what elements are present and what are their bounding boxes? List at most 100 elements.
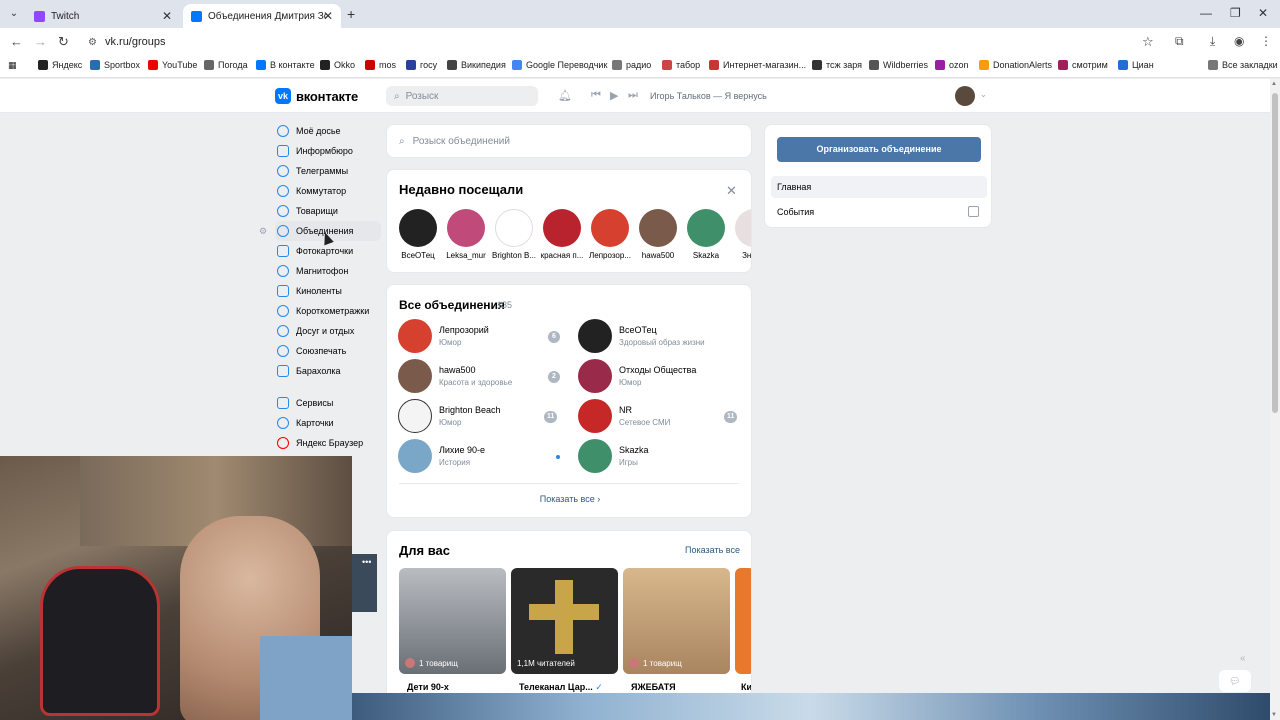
page-scrollbar[interactable]: ▲ ▼ — [1270, 79, 1280, 720]
play-icon[interactable]: ▶ — [610, 89, 618, 102]
recent-item[interactable]: Лепрозор... — [586, 209, 634, 260]
recent-item[interactable]: Skazka — [682, 209, 730, 260]
create-group-button[interactable]: Организовать объединение — [777, 137, 981, 162]
next-track-icon[interactable]: ⏭ — [628, 89, 638, 102]
group-item[interactable]: Лихие 90-е История — [398, 439, 568, 477]
bookmark-item[interactable]: DonationAlerts — [979, 60, 1052, 70]
group-search-input[interactable]: ⌕ Розыск объединений — [386, 124, 752, 158]
bookmark-item[interactable]: радио — [612, 60, 651, 70]
menu-item-main[interactable]: Главная — [771, 176, 987, 198]
bookmark-item[interactable]: Google Переводчик — [512, 60, 607, 70]
recent-item[interactable]: Leksa_mur — [442, 209, 490, 260]
bookmark-item[interactable]: YouTube — [148, 60, 197, 70]
bookmark-item[interactable]: Погода — [204, 60, 248, 70]
restore-icon[interactable]: ❐ — [1230, 6, 1241, 20]
extensions-icon[interactable]: ⧉ — [1175, 34, 1184, 49]
recommended-group[interactable]: 1,1M читателей Телеканал Цар... ✓ — [511, 568, 618, 693]
now-playing[interactable]: Игорь Тальков — Я вернусь — [650, 91, 767, 101]
group-item[interactable]: Отходы Общества Юмор — [578, 359, 748, 397]
bookmark-item[interactable]: Sportbox — [90, 60, 140, 70]
chat-icon[interactable]: 💬︎ — [1219, 670, 1251, 692]
nav-item-services[interactable]: Сервисы — [275, 393, 381, 413]
url-field[interactable]: ⚙ vk.ru/groups — [80, 31, 1160, 53]
browser-menu-icon[interactable]: ⋮ — [1260, 34, 1272, 48]
bookmark-item[interactable]: Циан — [1118, 60, 1154, 70]
tab-twitch[interactable]: Twitch ✕ — [26, 4, 180, 28]
nav-item-news[interactable]: Информбюро — [275, 141, 381, 161]
for-you-show-all[interactable]: Показать все — [685, 545, 740, 555]
scroll-up-icon[interactable]: ▲ — [1271, 81, 1277, 87]
group-item[interactable]: Brighton Beach Юмор 11 — [398, 399, 568, 437]
site-info-icon[interactable]: ⚙ — [88, 37, 97, 48]
bookmark-item[interactable]: В контакте — [256, 60, 315, 70]
avatar[interactable] — [955, 86, 975, 106]
group-item[interactable]: hawa500 Красота и здоровье 2 — [398, 359, 568, 397]
vk-brand[interactable]: вконтакте — [296, 89, 358, 104]
recommended-group[interactable]: 1 товарищ Дети 90-х — [399, 568, 506, 692]
recent-item[interactable]: hawa500 — [634, 209, 682, 260]
new-tab-icon[interactable]: + — [347, 6, 355, 22]
back-icon[interactable]: ← — [10, 34, 23, 49]
nav-item-friends[interactable]: Товарищи — [275, 201, 381, 221]
apps-icon[interactable]: ▦ — [8, 60, 17, 71]
recent-item[interactable]: Знак... — [730, 209, 751, 260]
bookmark-item[interactable]: тсж заря — [812, 60, 862, 70]
nav-item-calls[interactable]: Коммутатор — [275, 181, 381, 201]
reload-icon[interactable]: ↻ — [58, 34, 69, 50]
more-icon[interactable]: ••• — [362, 557, 371, 567]
group-item[interactable]: NR Сетевое СМИ 11 — [578, 399, 748, 437]
nav-item-messages[interactable]: Телеграммы — [275, 161, 381, 181]
scroll-thumb[interactable] — [1272, 93, 1278, 413]
recommended-group[interactable]: Ки — [735, 568, 751, 692]
nav-item-profile[interactable]: Моё досье — [275, 121, 381, 141]
forward-icon[interactable]: → — [34, 34, 47, 49]
gear-icon[interactable]: ⚙ — [259, 226, 267, 237]
recent-item[interactable]: ВсеОТец — [394, 209, 442, 260]
recent-item[interactable]: красная п... — [538, 209, 586, 260]
nav-item-market[interactable]: Барахолка — [275, 361, 381, 381]
group-item[interactable]: Skazka Игры — [578, 439, 748, 477]
group-item[interactable]: ВсеОТец Здоровый образ жизни — [578, 319, 748, 357]
nav-item-music[interactable]: Магнитофон — [275, 261, 381, 281]
bookmark-item[interactable]: табор — [662, 60, 700, 70]
profile-icon[interactable]: ◉ — [1234, 34, 1244, 48]
nav-item-videos[interactable]: Киноленты — [275, 281, 381, 301]
close-tab-icon[interactable]: ✕ — [162, 9, 172, 23]
bookmark-item[interactable]: Интернет-магазин... — [709, 60, 806, 70]
recent-item[interactable]: Brighton B... — [490, 209, 538, 260]
tab-vk-groups[interactable]: Объединения Дмитрия Зорин ✕ — [183, 4, 341, 28]
close-tab-icon[interactable]: ✕ — [323, 9, 333, 23]
nav-item-cards[interactable]: Карточки — [275, 413, 381, 433]
chevron-down-icon[interactable]: ⌄ — [980, 90, 987, 99]
all-bookmarks[interactable]: Все закладки — [1208, 60, 1278, 70]
recommended-group[interactable]: 1 товарищ ЯЖЕБАТЯ — [623, 568, 730, 692]
bookmark-item[interactable]: Википедия — [447, 60, 506, 70]
close-icon[interactable]: ✕ — [726, 183, 737, 199]
download-icon[interactable]: ⤓ — [1210, 34, 1215, 49]
bookmark-item[interactable]: Яндекс — [38, 60, 82, 70]
close-window-icon[interactable]: ✕ — [1258, 6, 1268, 20]
bookmark-item[interactable]: ozon — [935, 60, 969, 70]
show-all-groups-link[interactable]: Показать все › — [387, 494, 753, 504]
bookmark-star-icon[interactable]: ☆ — [1142, 34, 1154, 50]
collapse-icon[interactable]: « — [1240, 653, 1246, 664]
nav-item-stickers[interactable]: Союзпечать — [275, 341, 381, 361]
nav-item-games[interactable]: Досуг и отдых — [275, 321, 381, 341]
bookmark-item[interactable]: Okko — [320, 60, 355, 70]
nav-item-yandex-browser[interactable]: Яндекс Браузер — [275, 433, 381, 453]
minimize-icon[interactable]: — — [1200, 6, 1212, 20]
tab-title: Объединения Дмитрия Зорин — [208, 10, 326, 22]
group-item[interactable]: Лепрозорий Юмор 6 — [398, 319, 568, 357]
vk-logo-icon[interactable]: vk — [275, 88, 291, 104]
bookmark-item[interactable]: смотрим — [1058, 60, 1108, 70]
bell-icon[interactable]: 🔔︎ — [558, 89, 572, 102]
menu-item-events[interactable]: События — [771, 201, 987, 223]
tab-search-icon[interactable]: ⌄ — [6, 6, 22, 22]
nav-item-clips[interactable]: Короткометражки — [275, 301, 381, 321]
prev-track-icon[interactable]: ⏮ — [591, 89, 601, 102]
bookmark-item[interactable]: mos — [365, 60, 396, 70]
bookmark-item[interactable]: Wildberries — [869, 60, 928, 70]
vk-search-input[interactable]: ⌕ Розыск — [386, 86, 538, 106]
bookmark-item[interactable]: госу — [406, 60, 437, 70]
scroll-down-icon[interactable]: ▼ — [1271, 712, 1277, 718]
